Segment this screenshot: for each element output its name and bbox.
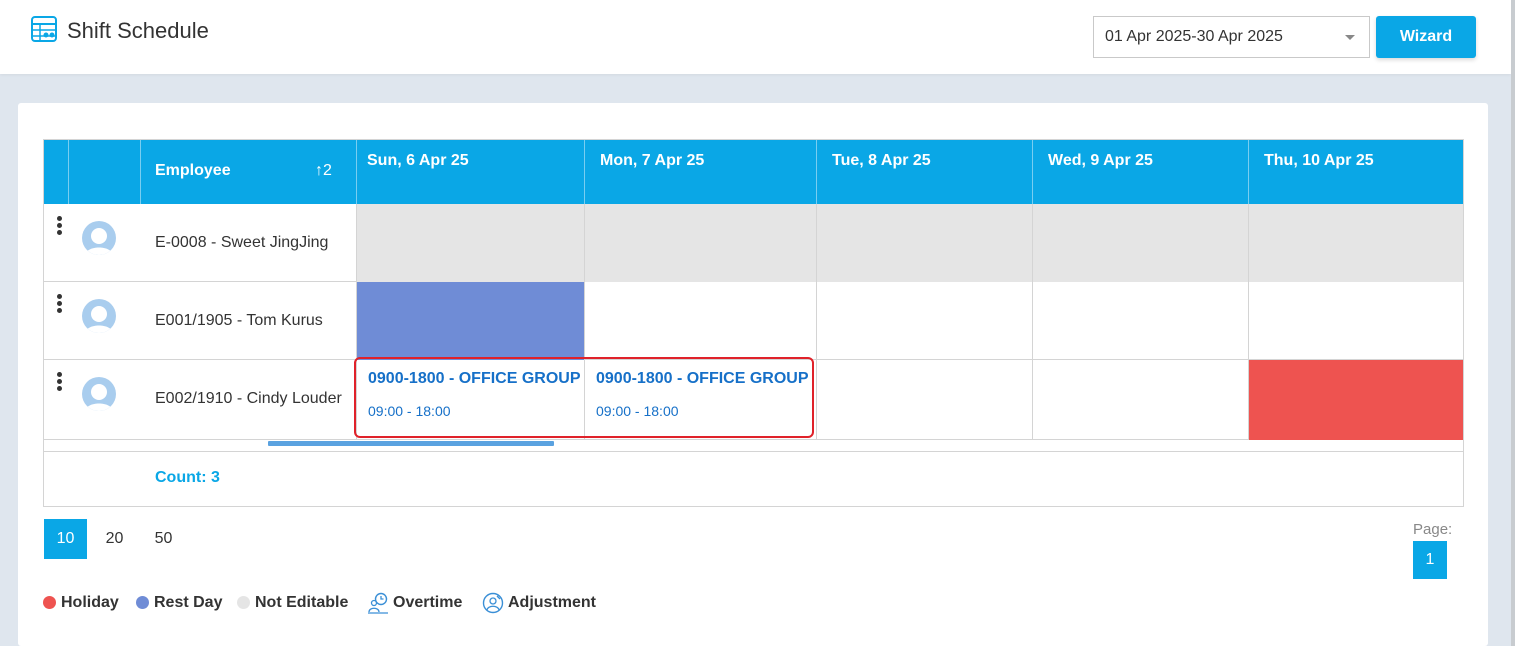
wizard-button[interactable]: Wizard xyxy=(1376,16,1476,58)
avatar xyxy=(82,299,116,333)
schedule-cell-holiday[interactable] xyxy=(1248,360,1463,440)
column-header-day: Sun, 6 Apr 25 xyxy=(367,152,469,169)
table-row: E-0008 - Sweet JingJing xyxy=(44,204,1463,282)
legend-label: Overtime xyxy=(393,594,463,611)
employee-name: E-0008 - Sweet JingJing xyxy=(155,234,329,251)
header-divider xyxy=(140,140,141,204)
schedule-cell-empty[interactable] xyxy=(1032,360,1248,440)
employee-name: E001/1905 - Tom Kurus xyxy=(155,312,323,329)
schedule-cell-not-editable xyxy=(356,204,584,282)
page-label: Page: xyxy=(1413,521,1453,538)
header-divider xyxy=(584,140,585,204)
schedule-cell-not-editable xyxy=(816,204,1032,282)
legend-label: Not Editable xyxy=(255,594,349,611)
legend-label: Adjustment xyxy=(508,594,596,611)
table-row: E001/1905 - Tom Kurus xyxy=(44,282,1463,360)
header-divider xyxy=(68,140,69,204)
page-size-10[interactable]: 10 xyxy=(44,519,87,559)
page-1-button[interactable]: 1 xyxy=(1413,541,1447,579)
header-divider xyxy=(1248,140,1249,204)
row-menu-icon[interactable] xyxy=(56,372,64,394)
row-menu-icon[interactable] xyxy=(56,294,64,316)
schedule-grid: Employee ↑2 Sun, 6 Apr 25 Mon, 7 Apr 25 … xyxy=(43,139,1464,507)
column-header-employee[interactable]: Employee xyxy=(155,162,231,180)
schedule-cell-empty[interactable] xyxy=(1248,282,1463,360)
legend-rest-day: Rest Day xyxy=(136,592,236,614)
holiday-dot-icon xyxy=(43,596,56,609)
date-range-select[interactable]: 01 Apr 2025-30 Apr 2025 xyxy=(1093,16,1370,58)
sort-indicator-icon[interactable]: ↑2 xyxy=(315,162,332,180)
page-size-20[interactable]: 20 xyxy=(93,519,136,559)
horizontal-scrollbar[interactable] xyxy=(268,441,554,446)
schedule-cell-not-editable xyxy=(1248,204,1463,282)
row-menu-icon[interactable] xyxy=(56,216,64,238)
schedule-cell-not-editable xyxy=(584,204,816,282)
schedule-cell-rest-day[interactable] xyxy=(356,282,584,360)
legend-holiday: Holiday xyxy=(43,592,133,614)
legend-label: Holiday xyxy=(61,594,119,611)
column-header-day: Thu, 10 Apr 25 xyxy=(1264,152,1374,169)
divider xyxy=(44,451,1463,452)
adjustment-icon xyxy=(482,592,504,614)
column-header-day: Mon, 7 Apr 25 xyxy=(600,152,705,169)
legend-overtime: Overtime xyxy=(367,592,477,614)
selection-highlight xyxy=(354,357,814,438)
schedule-cell-empty[interactable] xyxy=(1032,282,1248,360)
date-range-value: 01 Apr 2025-30 Apr 2025 xyxy=(1105,28,1283,45)
legend-label: Rest Day xyxy=(154,594,223,611)
not-editable-dot-icon xyxy=(237,596,250,609)
schedule-cell-not-editable xyxy=(1032,204,1248,282)
header-divider xyxy=(816,140,817,204)
grid-header xyxy=(44,140,1463,204)
legend-adjustment: Adjustment xyxy=(482,592,607,614)
schedule-cell-empty[interactable] xyxy=(816,282,1032,360)
rest-day-dot-icon xyxy=(136,596,149,609)
chevron-down-icon xyxy=(1345,35,1355,40)
header-divider xyxy=(356,140,357,204)
top-bar: Shift Schedule 01 Apr 2025-30 Apr 2025 W… xyxy=(0,0,1511,74)
employee-name: E002/1910 - Cindy Louder xyxy=(155,390,342,407)
schedule-table-icon xyxy=(31,16,57,42)
schedule-cell-empty[interactable] xyxy=(816,360,1032,440)
header-divider xyxy=(1032,140,1033,204)
page-size-50[interactable]: 50 xyxy=(142,519,185,559)
legend-not-editable: Not Editable xyxy=(237,592,362,614)
avatar xyxy=(82,377,116,411)
schedule-cell-empty[interactable] xyxy=(584,282,816,360)
vertical-scrollbar[interactable] xyxy=(1511,0,1515,646)
overtime-icon xyxy=(368,592,388,614)
column-header-day: Wed, 9 Apr 25 xyxy=(1048,152,1153,169)
page-title: Shift Schedule xyxy=(67,18,209,43)
avatar xyxy=(82,221,116,255)
column-header-day: Tue, 8 Apr 25 xyxy=(832,152,931,169)
employee-count: Count: 3 xyxy=(155,469,220,486)
